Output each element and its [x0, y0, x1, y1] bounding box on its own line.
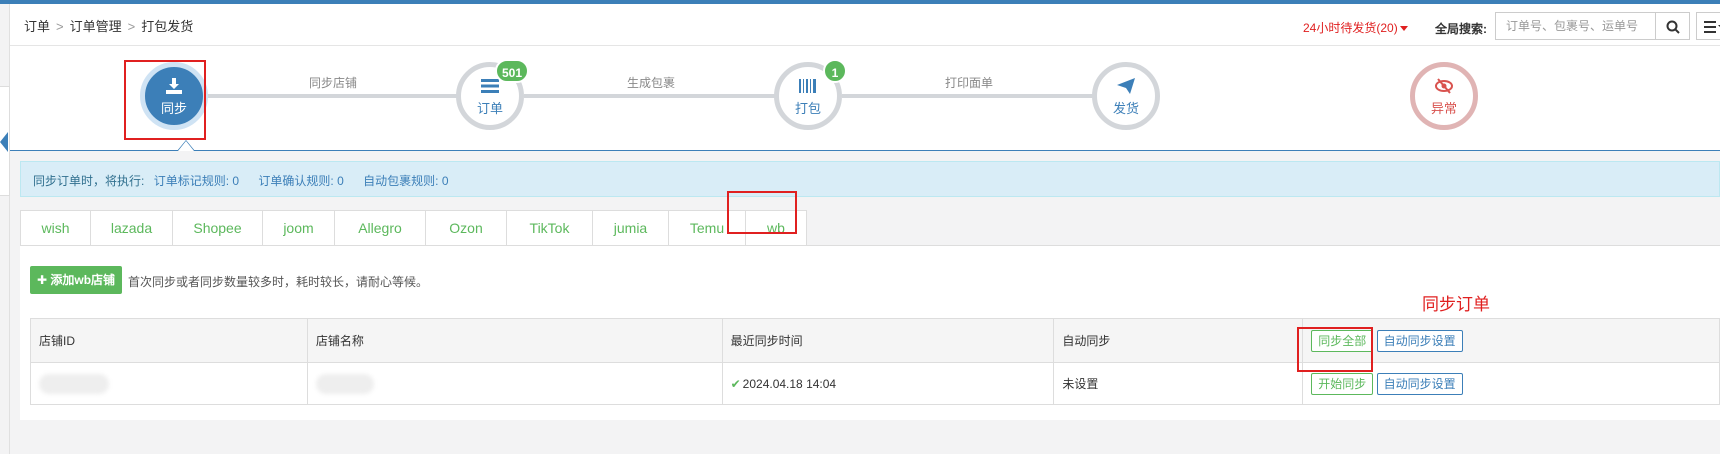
shop-table: 店铺ID 店铺名称 最近同步时间 自动同步 同步全部 自动同步设置 ✔ 2024.…: [30, 318, 1720, 405]
auto-sync-settings-button[interactable]: 自动同步设置: [1376, 372, 1463, 395]
menu-button[interactable]: [1696, 12, 1720, 40]
tab-shopee[interactable]: Shopee: [172, 210, 263, 246]
menu-icon: [1704, 21, 1720, 33]
redacted-shop-id: [39, 373, 109, 394]
tab-jumia[interactable]: jumia: [592, 210, 669, 246]
step-orders-label: 订单: [476, 101, 503, 116]
breadcrumb: 订单 > 订单管理 > 打包发货: [24, 19, 194, 34]
barcode-icon: [799, 79, 816, 93]
col-shop-id: 店铺ID: [30, 318, 308, 363]
orders-count-badge: 501: [494, 59, 529, 83]
last-sync-cell: ✔ 2024.04.18 14:04: [721, 362, 1055, 405]
step-connector: [206, 94, 468, 98]
platform-tabs: wish lazada Shopee joom Allegro Ozon Tik…: [20, 210, 1720, 247]
search-label: 全局搜索:: [1435, 22, 1487, 36]
sidebar-collapsed: [0, 4, 10, 454]
col-last-sync: 最近同步时间: [721, 318, 1055, 363]
auto-sync-settings-all-button[interactable]: 自动同步设置: [1376, 329, 1463, 352]
workflow-stepper: 同步店铺 生成包裹 打印面单 同步 订单 501 打包 1 发货 异常: [10, 46, 1720, 151]
tab-allegro[interactable]: Allegro: [334, 210, 426, 246]
search-button[interactable]: [1656, 12, 1690, 40]
header: 订单 > 订单管理 > 打包发货 24小时待发货(20) 全局搜索:: [10, 4, 1720, 46]
highlight-box-start-sync: [1297, 327, 1373, 372]
col-shop-name: 店铺名称: [306, 318, 723, 363]
start-sync-button[interactable]: 开始同步: [1311, 372, 1374, 395]
plus-icon: ✚: [37, 273, 51, 287]
global-search-input[interactable]: [1495, 12, 1656, 40]
step-ship[interactable]: 发货: [1092, 62, 1160, 130]
col-auto-sync: 自动同步: [1053, 318, 1304, 363]
shop-id-cell: [30, 362, 308, 405]
highlight-box-wb-tab: [727, 191, 797, 234]
check-icon: ✔: [730, 376, 741, 391]
eye-slash-icon: [1435, 78, 1453, 94]
caret-down-icon: [1399, 26, 1408, 32]
shop-panel: ✚ 添加wb店铺 首次同步或者同步数量较多时，耗时较长，请耐心等候。 店铺ID …: [20, 245, 1720, 420]
step-exception-label: 异常: [1430, 101, 1457, 116]
sync-hint: 首次同步或者同步数量较多时，耗时较长，请耐心等候。: [128, 275, 429, 289]
shop-name-cell: [306, 362, 723, 405]
sync-rules-info: 同步订单时，将执行: 订单标记规则: 0 订单确认规则: 0 自动包裹规则: 0: [20, 161, 1720, 197]
step-connector: [524, 94, 786, 98]
table-row: ✔ 2024.04.18 14:04 未设置 开始同步 自动同步设置: [30, 362, 1720, 405]
step-exception[interactable]: 异常: [1410, 62, 1478, 130]
active-step-pointer: [177, 140, 195, 151]
step-link-print-labels[interactable]: 打印面单: [945, 74, 993, 91]
annotation-sync-orders: 同步订单: [1422, 295, 1490, 314]
tab-lazada[interactable]: lazada: [90, 210, 173, 246]
sidebar-toggle-icon[interactable]: [0, 132, 8, 152]
pending-shipment-dropdown[interactable]: 24小时待发货(20): [1303, 19, 1408, 36]
mark-rule-link[interactable]: 订单标记规则: 0: [154, 174, 239, 188]
search-icon: [1666, 20, 1680, 34]
step-ship-label: 发货: [1112, 101, 1139, 116]
tab-wish[interactable]: wish: [20, 210, 91, 246]
step-link-generate-packages[interactable]: 生成包裹: [627, 74, 675, 91]
step-link-sync-shops[interactable]: 同步店铺: [309, 74, 357, 91]
send-icon: [1117, 78, 1135, 94]
step-orders[interactable]: 订单 501: [456, 59, 529, 130]
redacted-shop-name: [315, 373, 374, 394]
tab-ozon[interactable]: Ozon: [425, 210, 507, 246]
step-pack[interactable]: 打包 1: [774, 59, 847, 130]
auto-pack-rule-link[interactable]: 自动包裹规则: 0: [363, 174, 448, 188]
highlight-box-sync-step: [124, 60, 206, 140]
tab-joom[interactable]: joom: [262, 210, 335, 246]
tab-tiktok[interactable]: TikTok: [506, 210, 593, 246]
pack-count-badge: 1: [823, 59, 847, 83]
auto-sync-cell: 未设置: [1053, 362, 1304, 405]
breadcrumb-order-management[interactable]: 订单管理: [70, 19, 122, 34]
step-pack-label: 打包: [794, 101, 821, 116]
confirm-rule-link[interactable]: 订单确认规则: 0: [258, 174, 343, 188]
step-connector: [842, 94, 1104, 98]
add-shop-button[interactable]: ✚ 添加wb店铺: [30, 266, 123, 294]
list-icon: [481, 79, 499, 93]
breadcrumb-orders[interactable]: 订单: [24, 19, 50, 34]
breadcrumb-pack-ship: 打包发货: [141, 19, 194, 34]
table-header-row: 店铺ID 店铺名称 最近同步时间 自动同步 同步全部 自动同步设置: [30, 318, 1720, 363]
